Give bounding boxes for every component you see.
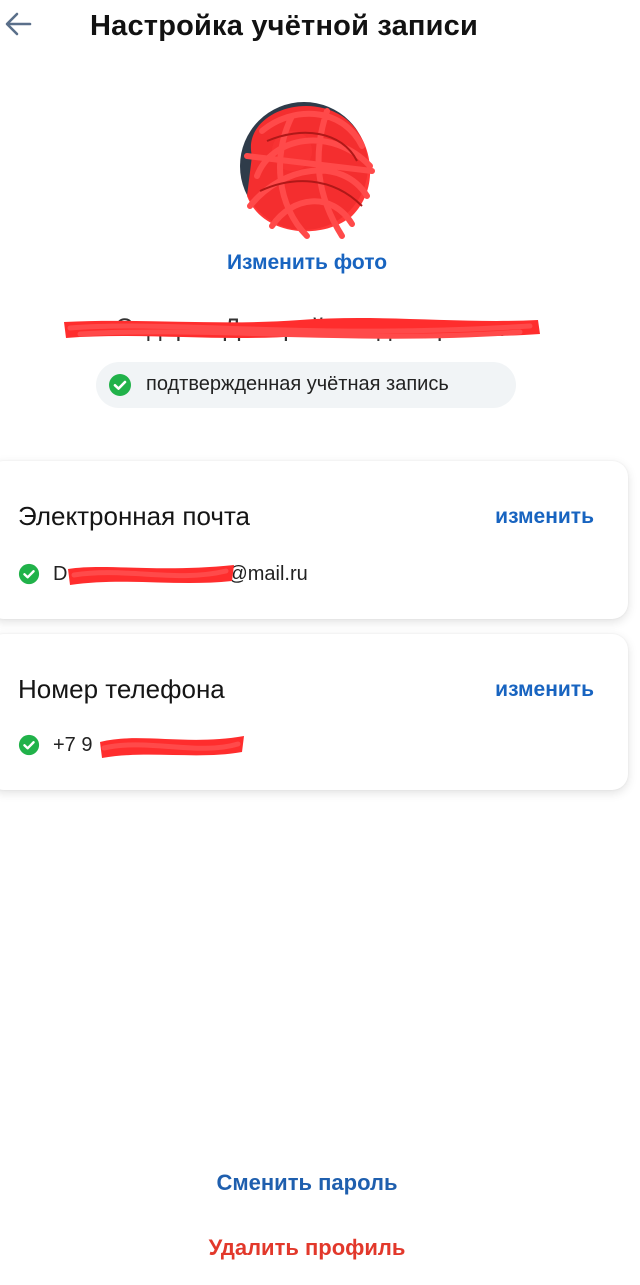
edit-email-button[interactable]: изменить bbox=[495, 505, 594, 529]
phone-title: Номер телефона bbox=[18, 674, 225, 704]
check-circle-icon bbox=[109, 374, 131, 396]
user-name: Сидоров Дмитрий Владимирович bbox=[60, 300, 560, 356]
email-card: Электронная почта изменить D @mail.ru bbox=[0, 461, 628, 619]
verified-label: подтвержденная учётная запись bbox=[146, 373, 449, 395]
phone-value-prefix: +7 9 bbox=[53, 734, 93, 756]
verified-badge: подтвержденная учётная запись bbox=[96, 362, 516, 408]
delete-profile-button[interactable]: Удалить профиль bbox=[0, 1235, 614, 1261]
redaction-scribble bbox=[100, 736, 244, 758]
header: Настройка учётной записи bbox=[0, 0, 640, 56]
phone-value: +7 9 bbox=[53, 734, 92, 757]
avatar[interactable] bbox=[232, 96, 380, 244]
back-button[interactable] bbox=[2, 6, 38, 42]
check-circle-icon bbox=[18, 734, 40, 756]
phone-card: Номер телефона изменить +7 9 bbox=[0, 634, 628, 790]
email-title: Электронная почта bbox=[18, 501, 251, 531]
page-title: Настройка учётной записи bbox=[90, 10, 479, 42]
email-value: D @mail.ru bbox=[53, 563, 308, 586]
check-circle-icon bbox=[18, 563, 40, 585]
change-password-button[interactable]: Сменить пароль bbox=[0, 1170, 614, 1196]
change-photo-link[interactable]: Изменить фото bbox=[0, 251, 614, 275]
arrow-left-icon bbox=[5, 12, 32, 36]
redaction-scribble bbox=[64, 318, 540, 339]
edit-phone-button[interactable]: изменить bbox=[495, 678, 594, 702]
email-value-prefix: D bbox=[53, 563, 68, 585]
email-value-suffix: @mail.ru bbox=[227, 563, 308, 585]
